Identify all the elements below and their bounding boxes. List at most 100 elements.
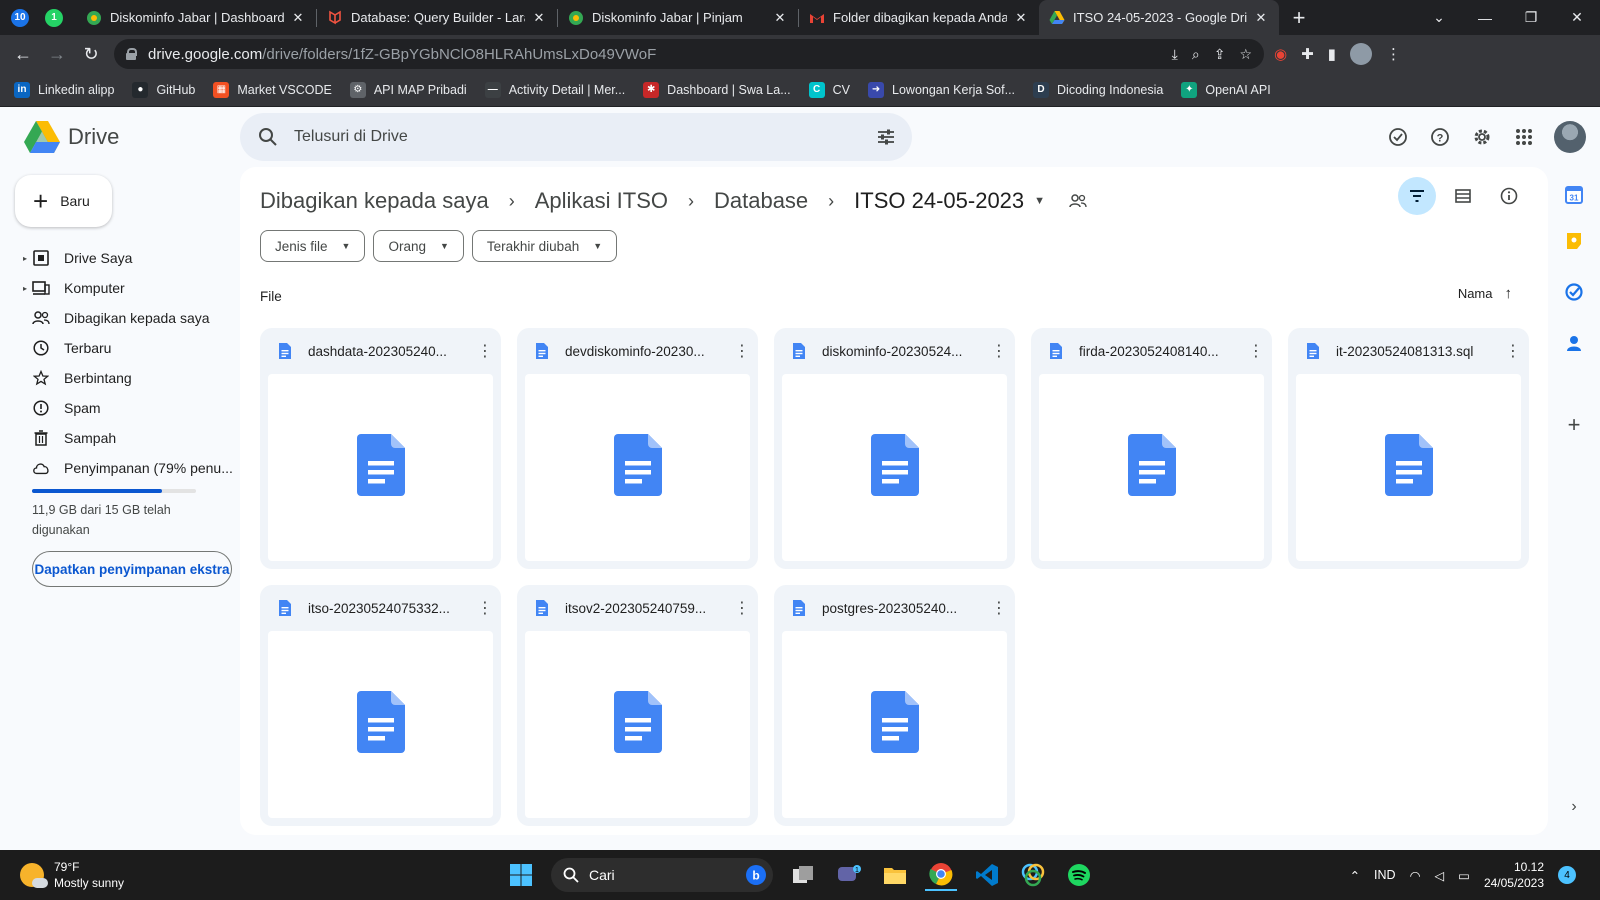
back-icon[interactable]: ← <box>6 44 40 65</box>
more-options-icon[interactable]: ⋮ <box>1497 341 1529 361</box>
minimize-icon[interactable]: — <box>1462 10 1508 26</box>
tab-close-icon[interactable]: ✕ <box>1013 10 1029 26</box>
sidebar-item[interactable]: Penyimpanan (79% penu... <box>0 453 240 483</box>
expand-caret-icon[interactable]: ▸ <box>23 284 27 293</box>
offline-ready-icon[interactable] <box>1386 125 1410 149</box>
current-folder-title[interactable]: ITSO 24-05-2023 <box>854 188 1024 214</box>
apps-grid-icon[interactable] <box>1512 125 1536 149</box>
more-options-icon[interactable]: ⋮ <box>726 341 758 361</box>
bookmark-item[interactable]: in Linkedin alipp <box>14 81 114 98</box>
file-card[interactable]: devdiskominfo-20230... ⋮ <box>517 328 758 569</box>
sidebar-item[interactable]: Sampah <box>0 423 240 453</box>
browser-tab[interactable]: Folder dibagikan kepada Anda: " ✕ <box>799 0 1039 35</box>
account-avatar[interactable] <box>1554 121 1586 153</box>
spotify-icon[interactable] <box>1063 859 1095 891</box>
file-explorer-icon[interactable] <box>879 859 911 891</box>
bookmark-item[interactable]: ✱ Dashboard | Swa La... <box>643 81 791 98</box>
language-indicator[interactable]: IND <box>1374 868 1396 882</box>
pinned-tab[interactable]: 1 <box>40 4 68 32</box>
bookmark-item[interactable]: C CV <box>808 81 850 98</box>
lock-icon[interactable] <box>126 48 137 60</box>
taskbar-search[interactable]: Cari b <box>551 858 773 892</box>
file-card[interactable]: postgres-202305240... ⋮ <box>774 585 1015 826</box>
tab-close-icon[interactable]: ✕ <box>531 10 547 26</box>
sidebar-item[interactable]: Terbaru <box>0 333 240 363</box>
browser-tab-active[interactable]: ITSO 24-05-2023 - Google Drive ✕ <box>1039 0 1279 35</box>
chrome-icon[interactable] <box>925 859 957 891</box>
breadcrumb-item[interactable]: Dibagikan kepada saya <box>260 188 489 214</box>
help-icon[interactable]: ? <box>1428 125 1452 149</box>
file-thumbnail[interactable] <box>1039 374 1264 561</box>
shared-folder-icon[interactable] <box>1069 193 1087 209</box>
sidebar-item[interactable]: Berbintang <box>0 363 240 393</box>
arrow-up-icon[interactable]: ↑ <box>1505 285 1513 302</box>
keep-icon[interactable] <box>1562 229 1586 253</box>
drive-search-bar[interactable]: Telusuri di Drive <box>240 113 912 161</box>
paint-app-icon[interactable] <box>1017 859 1049 891</box>
windows-start-icon[interactable] <box>505 859 537 891</box>
forward-icon[interactable]: → <box>40 44 74 65</box>
tab-close-icon[interactable]: ✕ <box>772 10 788 26</box>
teams-chat-icon[interactable]: 1 <box>833 859 865 891</box>
battery-icon[interactable]: ▭ <box>1458 868 1470 883</box>
file-thumbnail[interactable] <box>268 631 493 818</box>
more-options-icon[interactable]: ⋮ <box>469 341 501 361</box>
bookmark-item[interactable]: D Dicoding Indonesia <box>1033 81 1163 98</box>
restore-icon[interactable]: ❐ <box>1508 9 1554 26</box>
bing-icon[interactable]: b <box>745 864 767 886</box>
more-options-icon[interactable]: ⋮ <box>1240 341 1272 361</box>
side-panel-icon[interactable]: ▮ <box>1328 45 1336 63</box>
new-button[interactable]: + Baru <box>15 175 112 227</box>
share-icon[interactable]: ⇪ <box>1214 46 1226 63</box>
contacts-icon[interactable] <box>1562 331 1586 355</box>
bookmark-item[interactable]: — Activity Detail | Mer... <box>484 81 625 98</box>
bookmark-star-icon[interactable]: ☆ <box>1239 46 1252 63</box>
file-thumbnail[interactable] <box>525 631 750 818</box>
clock[interactable]: 10.12 24/05/2023 <box>1484 859 1544 891</box>
sidebar-item[interactable]: ▸ Drive Saya <box>0 243 240 273</box>
file-thumbnail[interactable] <box>782 631 1007 818</box>
file-card[interactable]: it-20230524081313.sql ⋮ <box>1288 328 1529 569</box>
profile-avatar[interactable] <box>1349 43 1372 65</box>
browser-tab[interactable]: Diskominfo Jabar | Pinjam ✕ <box>558 0 798 35</box>
reload-icon[interactable]: ↻ <box>74 44 108 65</box>
bookmark-item[interactable]: ⚙ API MAP Pribadi <box>349 81 467 98</box>
file-card[interactable]: itsov2-202305240759... ⋮ <box>517 585 758 826</box>
tab-close-icon[interactable]: ✕ <box>290 10 306 26</box>
tasks-icon[interactable] <box>1562 280 1586 304</box>
file-thumbnail[interactable] <box>1296 374 1521 561</box>
bookmark-item[interactable]: ● GitHub <box>132 81 195 98</box>
sort-control[interactable]: Nama ↑ <box>1458 285 1512 302</box>
file-thumbnail[interactable] <box>525 374 750 561</box>
browser-menu-icon[interactable]: ⋮ <box>1386 45 1401 63</box>
more-options-icon[interactable]: ⋮ <box>983 341 1015 361</box>
sidebar-item[interactable]: ▸ Komputer <box>0 273 240 303</box>
add-addon-icon[interactable]: + <box>1562 412 1586 437</box>
list-view-icon[interactable] <box>1444 177 1482 215</box>
bookmark-item[interactable]: ▦ Market VSCODE <box>213 81 332 98</box>
search-options-icon[interactable] <box>876 127 896 147</box>
extension-eye-icon[interactable]: ◉ <box>1274 45 1287 63</box>
sidebar-item[interactable]: Dibagikan kepada saya <box>0 303 240 333</box>
drive-logo[interactable]: Drive <box>24 121 240 153</box>
search-icon[interactable] <box>258 127 278 147</box>
breadcrumb-item[interactable]: Database <box>714 188 808 214</box>
file-thumbnail[interactable] <box>268 374 493 561</box>
file-card[interactable]: diskominfo-20230524... ⋮ <box>774 328 1015 569</box>
file-card[interactable]: dashdata-202305240... ⋮ <box>260 328 501 569</box>
filter-chip[interactable]: Jenis file ▼ <box>260 230 366 262</box>
weather-widget[interactable]: 79°F Mostly sunny <box>20 859 124 891</box>
chevron-up-icon[interactable]: ⌃ <box>1350 868 1360 883</box>
pinned-tab[interactable]: 10 <box>6 4 34 32</box>
zoom-icon[interactable]: ⌕ <box>1192 46 1200 63</box>
new-tab-button[interactable]: + <box>1283 5 1315 31</box>
browser-tab[interactable]: Diskominfo Jabar | Dashboard ✕ <box>76 0 316 35</box>
browser-tab[interactable]: Database: Query Builder - Laravel ✕ <box>317 0 557 35</box>
install-app-icon[interactable]: ⤓ <box>1172 46 1178 63</box>
filter-chip[interactable]: Orang ▼ <box>373 230 464 262</box>
extensions-puzzle-icon[interactable]: ✚ <box>1301 45 1314 63</box>
file-card[interactable]: firda-2023052408140... ⋮ <box>1031 328 1272 569</box>
expand-panel-icon[interactable]: › <box>1562 795 1586 819</box>
more-options-icon[interactable]: ⋮ <box>469 598 501 618</box>
wifi-icon[interactable]: ◠ <box>1410 868 1421 883</box>
